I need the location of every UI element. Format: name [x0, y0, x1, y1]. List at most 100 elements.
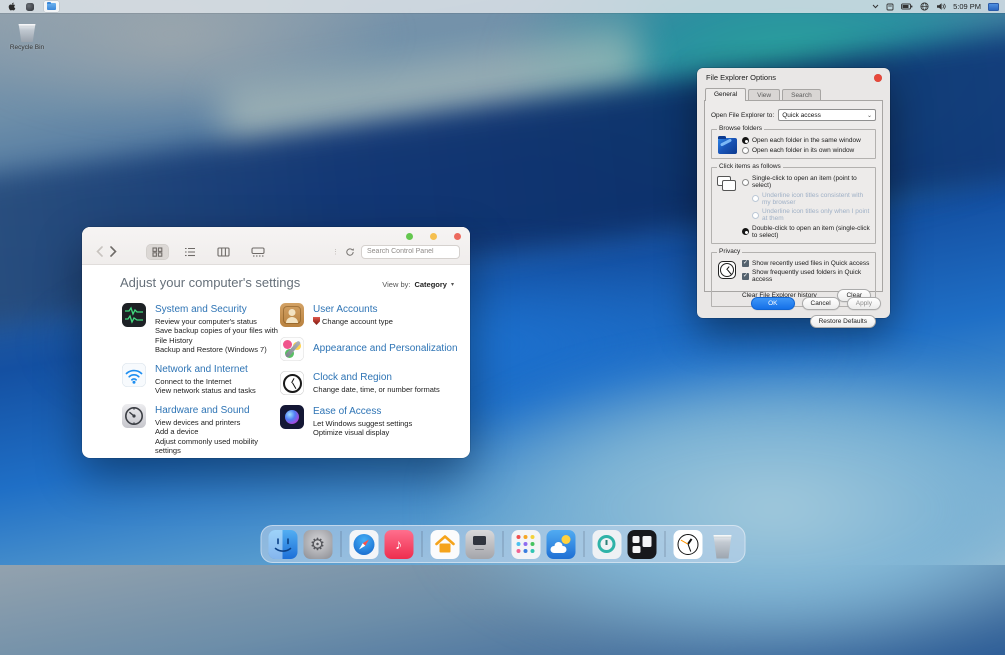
open-to-value: Quick access [782, 112, 821, 119]
mission-control-icon[interactable] [627, 530, 656, 559]
radio-same-window[interactable]: Open each folder in the same window [742, 137, 871, 144]
radio-own-window[interactable]: Open each folder in its own window [742, 147, 871, 154]
privacy-clock-icon [716, 260, 738, 284]
chevron-down-icon[interactable] [872, 1, 879, 12]
open-to-select[interactable]: Quick access ⌄ [778, 109, 876, 121]
dock: ⚙ ♪ [260, 525, 745, 563]
control-panel-toolbar: ⋮ [92, 242, 460, 261]
category-title[interactable]: System and Security [155, 304, 280, 315]
category-grid: System and Security Review your computer… [82, 290, 470, 458]
close-icon[interactable] [874, 74, 882, 82]
category-title[interactable]: Appearance and Personalization [313, 343, 458, 354]
category-title[interactable]: Network and Internet [155, 364, 256, 375]
category-clock-region[interactable]: Clock and Region Change date, time, or n… [280, 371, 462, 395]
browse-folders-group: Browse folders Open each folder in the s… [711, 129, 876, 159]
category-link[interactable]: Connect to the Internet [155, 377, 256, 386]
battery-icon[interactable] [901, 1, 913, 12]
safari-icon[interactable] [349, 530, 378, 559]
dialog-tabs: General View Search [697, 87, 890, 100]
system-info-icon[interactable] [465, 530, 494, 559]
control-panel-header-row: Adjust your computer's settings View by:… [82, 265, 470, 290]
radio-icon [742, 147, 749, 154]
view-by-dropdown[interactable]: View by: Category ▾ [382, 280, 454, 289]
category-title[interactable]: Ease of Access [313, 406, 412, 417]
home-icon[interactable] [430, 530, 459, 559]
category-hardware-sound[interactable]: Hardware and Sound View devices and prin… [122, 404, 280, 456]
wallpaper-sage-streak [218, 24, 646, 163]
category-link[interactable]: Let Windows suggest settings [313, 419, 412, 428]
category-user-accounts[interactable]: User Accounts Change account type [280, 303, 462, 327]
category-link[interactable]: Adjust commonly used mobility settings [155, 437, 280, 456]
category-link[interactable]: Add a device [155, 427, 280, 436]
trash-icon[interactable] [708, 530, 737, 559]
category-link[interactable]: Backup and Restore (Windows 7) [155, 345, 280, 354]
category-link[interactable]: Optimize visual display [313, 428, 412, 437]
category-link[interactable]: View devices and printers [155, 418, 280, 427]
checkbox-recent-files[interactable]: ✓ Show recently used files in Quick acce… [742, 260, 871, 267]
category-title[interactable]: User Accounts [313, 304, 393, 315]
category-link[interactable]: Change date, time, or number formats [313, 385, 440, 394]
category-system-security[interactable]: System and Security Review your computer… [122, 303, 280, 355]
checkbox-frequent-folders[interactable]: ✓ Show frequently used folders in Quick … [742, 269, 871, 283]
recycle-bin-icon [18, 24, 37, 42]
display-icon[interactable] [988, 1, 999, 12]
time-machine-icon[interactable] [592, 530, 621, 559]
activity-monitor-icon [122, 303, 146, 327]
window-icon[interactable] [886, 1, 894, 12]
category-link[interactable]: Save backup copies of your files with Fi… [155, 326, 280, 345]
recycle-bin-label: Recycle Bin [4, 44, 50, 51]
menubar-clock[interactable]: 5:09 PM [953, 2, 981, 11]
recycle-bin[interactable]: Recycle Bin [4, 24, 50, 51]
app-icon[interactable] [26, 1, 34, 12]
gallery-view-icon[interactable] [245, 244, 271, 260]
appearance-icon [280, 337, 304, 361]
back-icon[interactable] [92, 244, 106, 260]
weather-icon[interactable] [546, 530, 575, 559]
category-appearance[interactable]: Appearance and Personalization [280, 337, 462, 361]
explorer-folder-icon[interactable] [44, 1, 59, 12]
dialog-titlebar[interactable]: File Explorer Options [697, 68, 890, 87]
category-title[interactable]: Hardware and Sound [155, 405, 280, 416]
launchpad-icon[interactable] [511, 530, 540, 559]
grid-view-icon[interactable] [146, 244, 169, 260]
forward-icon[interactable] [106, 244, 120, 260]
dock-separator [502, 531, 503, 557]
zoom-button[interactable] [430, 233, 437, 240]
click-items-group: Click items as follows Single-click to o… [711, 167, 876, 244]
settings-icon[interactable]: ⚙ [303, 530, 332, 559]
dock-separator [583, 531, 584, 557]
view-by-value: Category [414, 280, 447, 289]
finder-icon[interactable] [268, 530, 297, 559]
clock-app-icon[interactable] [673, 530, 702, 559]
control-panel-titlebar[interactable]: ⋮ [82, 227, 470, 265]
list-view-icon[interactable] [178, 244, 202, 260]
category-link[interactable]: Change account type [313, 317, 393, 326]
columns-view-icon[interactable] [211, 244, 236, 260]
category-link[interactable]: View network status and tasks [155, 386, 256, 395]
category-title[interactable]: Clock and Region [313, 372, 440, 383]
view-by-label: View by: [382, 280, 410, 289]
search-input[interactable] [361, 245, 460, 259]
music-icon[interactable]: ♪ [384, 530, 413, 559]
category-column-right: User Accounts Change account type Appear… [280, 303, 462, 458]
file-explorer-options-dialog: File Explorer Options General View Searc… [697, 68, 890, 318]
minimize-button[interactable] [406, 233, 413, 240]
category-network-internet[interactable]: Network and Internet Connect to the Inte… [122, 363, 280, 396]
apple-icon[interactable] [8, 1, 16, 12]
refresh-icon[interactable] [345, 247, 355, 257]
cancel-button[interactable]: Cancel [802, 297, 840, 310]
ok-button[interactable]: OK [751, 297, 794, 310]
radio-double-click[interactable]: Double-click to open an item (single-cli… [742, 225, 871, 239]
category-ease-of-access[interactable]: Ease of Access Let Windows suggest setti… [280, 405, 462, 438]
close-button[interactable] [454, 233, 461, 240]
apply-button[interactable]: Apply [847, 297, 881, 310]
radio-single-click[interactable]: Single-click to open an item (point to s… [742, 175, 871, 189]
tab-general[interactable]: General [705, 88, 746, 101]
toolbar-divider: ⋮ [332, 248, 339, 256]
volume-icon[interactable] [936, 1, 946, 12]
globe-icon[interactable] [920, 1, 929, 12]
window-controls [406, 233, 461, 240]
chevron-down-icon: ▾ [451, 281, 454, 288]
restore-defaults-button[interactable]: Restore Defaults [810, 315, 876, 328]
category-link[interactable]: Review your computer's status [155, 317, 280, 326]
